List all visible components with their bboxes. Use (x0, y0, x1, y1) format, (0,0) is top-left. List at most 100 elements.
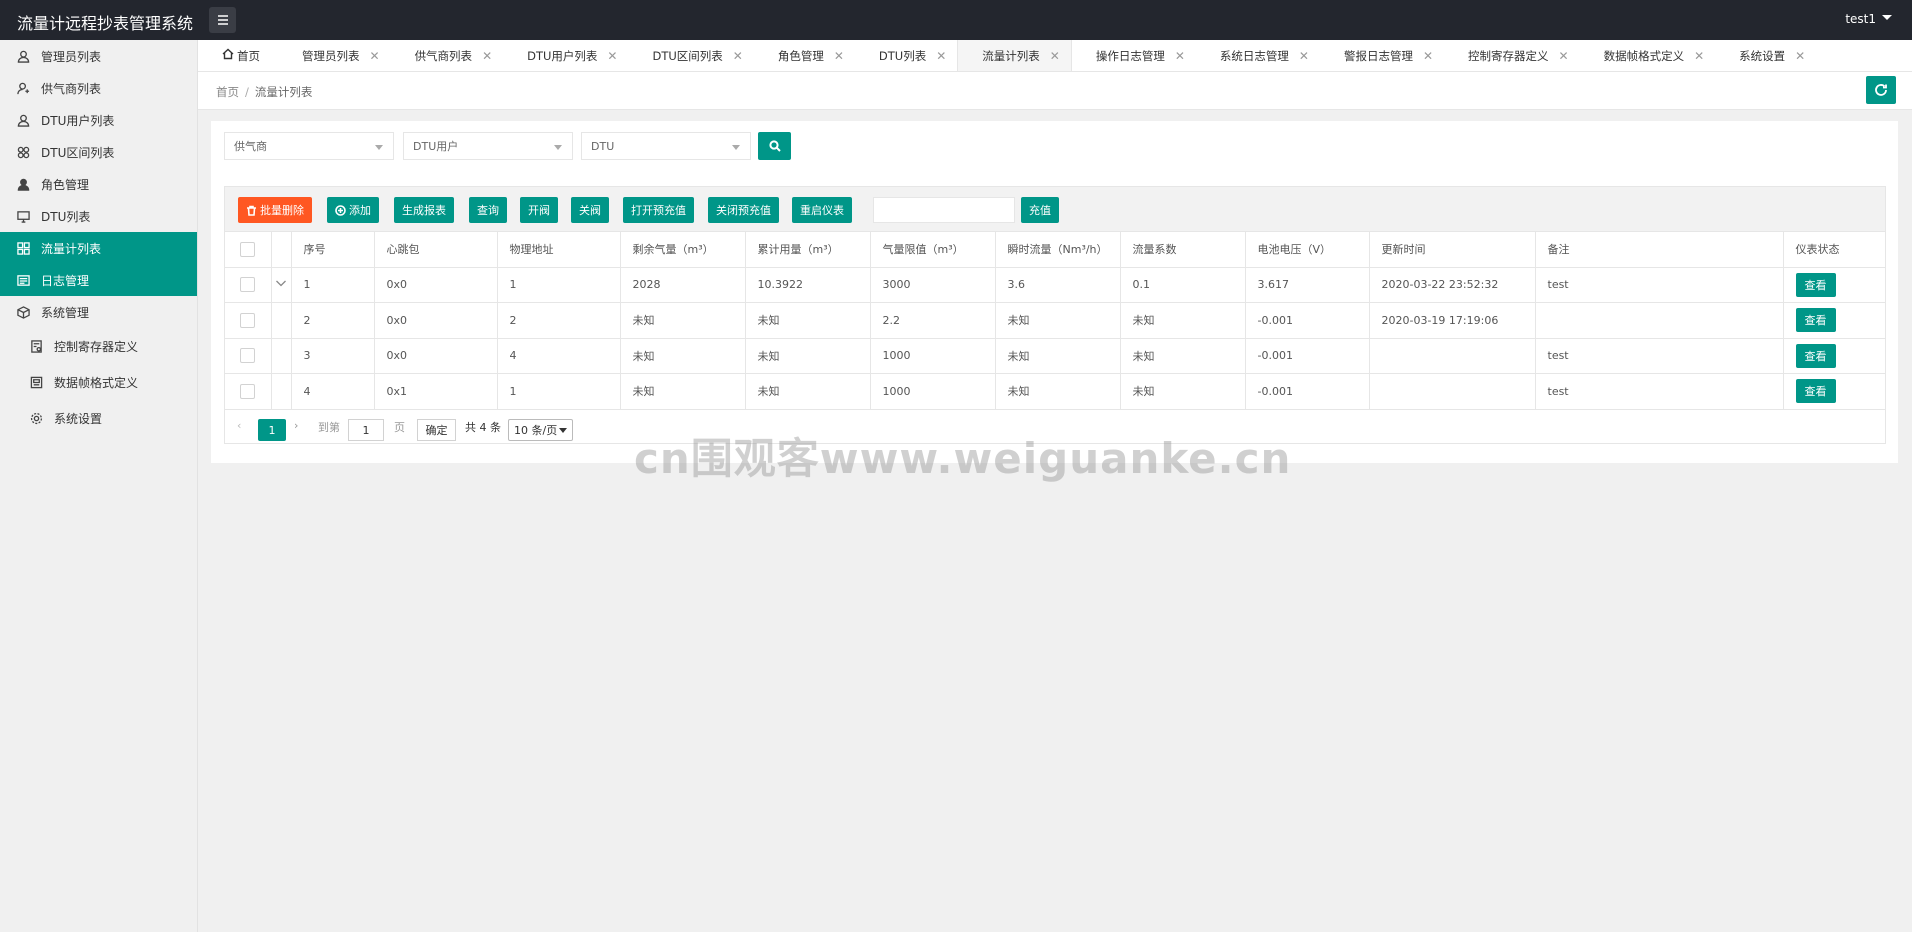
tab-frame-format-definition[interactable]: 数据帧格式定义 ✕ (1580, 40, 1716, 71)
close-icon[interactable]: ✕ (1299, 49, 1309, 63)
tab-alarm-log[interactable]: 警报日志管理 ✕ (1320, 40, 1444, 71)
close-icon[interactable]: ✕ (1175, 49, 1185, 63)
close-icon[interactable]: ✕ (370, 49, 380, 63)
prev-page-icon[interactable]: ‹ (237, 419, 241, 432)
close-prepay-button[interactable]: 关闭预充值 (708, 197, 779, 223)
close-icon[interactable]: ✕ (1423, 49, 1433, 63)
row-select-cell[interactable] (225, 302, 272, 339)
open-prepay-button[interactable]: 打开预充值 (623, 197, 694, 223)
cell-cumulative: 10.3922 (745, 267, 871, 303)
button-label: 打开预充值 (631, 204, 686, 217)
sidebar-item-register-definition[interactable]: 控制寄存器定义 (0, 328, 197, 364)
close-valve-button[interactable]: 关阀 (571, 197, 609, 223)
sidebar-item-supplier-list[interactable]: 供气商列表 (0, 72, 197, 104)
view-button[interactable]: 查看 (1795, 272, 1836, 297)
row-select-cell[interactable] (225, 267, 272, 303)
tab-flowmeter-list[interactable]: 流量计列表 ✕ (957, 40, 1072, 71)
close-icon[interactable]: ✕ (1050, 49, 1060, 63)
button-label: 添加 (349, 204, 371, 217)
row-select-cell[interactable] (225, 338, 272, 374)
tab-dtu-interval-list[interactable]: DTU区间列表 ✕ (628, 40, 753, 71)
recharge-button[interactable]: 充值 (1021, 197, 1059, 223)
tab-dtu-user-list[interactable]: DTU用户列表 ✕ (503, 40, 628, 71)
page-size-select[interactable]: 10 条/页 (508, 419, 573, 441)
dtu-select[interactable]: DTU (581, 132, 751, 160)
tab-system-settings[interactable]: 系统设置 ✕ (1715, 40, 1816, 71)
cell-index: 4 (291, 373, 375, 410)
breadcrumb-separator: / (245, 85, 249, 99)
search-button[interactable] (758, 132, 791, 160)
close-icon[interactable]: ✕ (834, 49, 844, 63)
goto-confirm-button[interactable]: 确定 (417, 419, 456, 441)
refresh-button[interactable] (1866, 76, 1896, 104)
expand-cell[interactable] (271, 267, 292, 303)
row-checkbox[interactable] (240, 277, 256, 293)
sidebar-item-log-management[interactable]: 日志管理 (0, 264, 197, 296)
tab-role-management[interactable]: 角色管理 ✕ (754, 40, 855, 71)
sidebar-item-admin-list[interactable]: 管理员列表 (0, 40, 197, 72)
sidebar-item-dtu-list[interactable]: DTU列表 (0, 200, 197, 232)
sidebar-item-label: 供气商列表 (41, 81, 102, 96)
recharge-amount-input[interactable] (873, 197, 1015, 223)
cell-status: 查看 (1783, 338, 1885, 374)
tab-register-definition[interactable]: 控制寄存器定义 ✕ (1444, 40, 1580, 71)
grid-icon (15, 240, 31, 256)
user-menu[interactable]: test1 (1845, 12, 1892, 26)
sidebar-item-frame-format-definition[interactable]: 数据帧格式定义 (0, 364, 197, 400)
tab-label: 操作日志管理 (1095, 48, 1165, 63)
close-icon[interactable]: ✕ (936, 49, 946, 63)
current-page-button[interactable]: 1 (258, 419, 286, 441)
tab-admin-list[interactable]: 管理员列表 ✕ (278, 40, 391, 71)
next-page-icon[interactable]: › (294, 419, 298, 432)
cell-flow-coefficient: 未知 (1120, 338, 1246, 374)
sidebar-item-dtu-interval-list[interactable]: DTU区间列表 (0, 136, 197, 168)
row-checkbox[interactable] (240, 348, 256, 364)
close-icon[interactable]: ✕ (1795, 49, 1805, 63)
view-button[interactable]: 查看 (1795, 379, 1836, 404)
user-supplier-icon (15, 80, 31, 96)
row-checkbox[interactable] (240, 383, 256, 399)
close-icon[interactable]: ✕ (1694, 49, 1704, 63)
supplier-select[interactable]: 供气商 (224, 132, 394, 160)
generate-report-button[interactable]: 生成报表 (394, 197, 454, 223)
tab-supplier-list[interactable]: 供气商列表 ✕ (391, 40, 504, 71)
tab-label: 管理员列表 (302, 48, 360, 63)
breadcrumb: 首页 / 流量计列表 (216, 84, 312, 100)
query-button[interactable]: 查询 (469, 197, 507, 223)
close-icon[interactable]: ✕ (607, 49, 617, 63)
sidebar-item-system-settings[interactable]: 系统设置 (0, 400, 197, 436)
menu-toggle-button[interactable] (209, 7, 236, 33)
breadcrumb-bar: 首页 / 流量计列表 (198, 72, 1912, 110)
sidebar-item-role-management[interactable]: 角色管理 (0, 168, 197, 200)
tab-system-log[interactable]: 系统日志管理 ✕ (1196, 40, 1320, 71)
sidebar-item-label: 系统设置 (54, 411, 103, 426)
column-header: 心跳包 (374, 232, 498, 268)
close-icon[interactable]: ✕ (733, 49, 743, 63)
page-number-input[interactable]: 1 (348, 419, 384, 441)
tab-dtu-list[interactable]: DTU列表 ✕ (855, 40, 957, 71)
cell-address: 2 (497, 302, 621, 339)
view-button[interactable]: 查看 (1795, 343, 1836, 368)
select-all-cell[interactable] (225, 232, 272, 268)
dtu-user-select[interactable]: DTU用户 (403, 132, 573, 160)
row-checkbox[interactable] (240, 312, 256, 328)
tab-home[interactable]: 首页 (198, 40, 278, 71)
close-icon[interactable]: ✕ (482, 49, 492, 63)
chevron-down-icon[interactable] (275, 277, 287, 289)
open-valve-button[interactable]: 开阀 (520, 197, 558, 223)
sidebar-item-system-management[interactable]: 系统管理 (0, 296, 197, 328)
batch-delete-button[interactable]: 批量删除 (238, 197, 312, 223)
tab-label: 角色管理 (777, 48, 824, 63)
breadcrumb-home[interactable]: 首页 (216, 85, 239, 99)
sidebar-item-dtu-user-list[interactable]: DTU用户列表 (0, 104, 197, 136)
view-button[interactable]: 查看 (1795, 308, 1836, 333)
tab-operation-log[interactable]: 操作日志管理 ✕ (1072, 40, 1196, 71)
restart-meter-button[interactable]: 重启仪表 (792, 197, 852, 223)
close-icon[interactable]: ✕ (1559, 49, 1569, 63)
add-circle-icon (335, 204, 346, 216)
select-all-checkbox[interactable] (240, 241, 256, 257)
add-button[interactable]: 添加 (327, 197, 379, 223)
row-select-cell[interactable] (225, 373, 272, 410)
sidebar-item-flowmeter-list[interactable]: 流量计列表 (0, 232, 197, 264)
column-header: 累计用量（m³） (745, 232, 871, 268)
